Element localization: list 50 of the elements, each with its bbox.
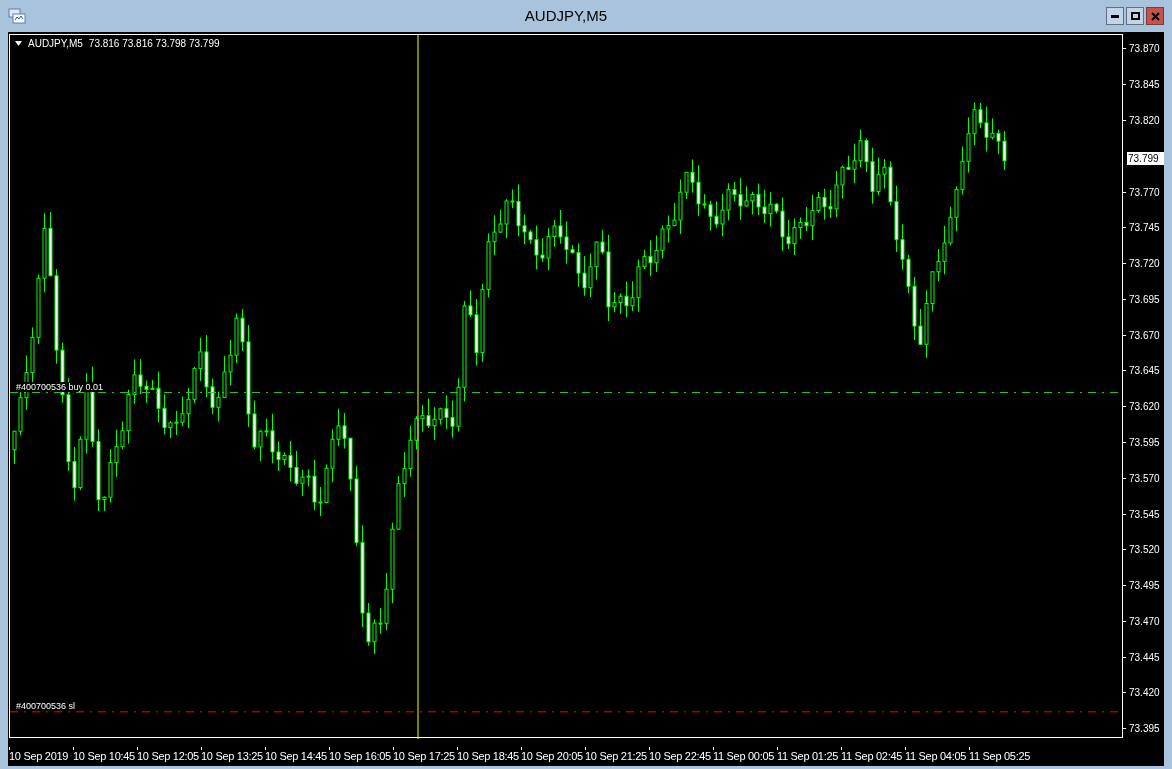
maximize-icon <box>1130 12 1140 20</box>
price-tick-label: 73.545 <box>1129 507 1160 522</box>
price-tick-label: 73.820 <box>1129 113 1160 128</box>
time-tick-label: 10 Sep 20:05 <box>521 749 583 763</box>
maximize-button[interactable] <box>1126 7 1144 25</box>
time-tick-label: 10 Sep 14:45 <box>265 749 327 763</box>
close-icon <box>1150 11 1160 21</box>
price-tick-label: 73.670 <box>1129 328 1160 343</box>
price-tick-label: 73.620 <box>1129 400 1160 415</box>
time-tick-label: 10 Sep 17:25 <box>393 749 455 763</box>
order-label: #400700536 buy 0.01 <box>16 381 104 392</box>
price-tick-label: 73.695 <box>1129 292 1160 307</box>
minimize-icon <box>1111 14 1119 18</box>
current-price-marker: 73.799 <box>1127 152 1164 166</box>
chart-window-icon <box>8 8 26 24</box>
time-tick-label: 11 Sep 05:25 <box>969 749 1031 763</box>
price-tick-label: 73.445 <box>1129 650 1160 665</box>
price-tick-label: 73.745 <box>1129 221 1160 236</box>
time-tick-label: 11 Sep 00:05 <box>713 749 775 763</box>
time-tick-label: 10 Sep 10:45 <box>73 749 135 763</box>
window-title: AUDJPY,M5 <box>524 5 608 26</box>
dropdown-triangle-icon[interactable] <box>15 41 22 46</box>
price-tick-label: 73.395 <box>1129 722 1160 737</box>
time-tick-label: 11 Sep 04:05 <box>905 749 967 763</box>
minimize-button[interactable] <box>1106 7 1124 25</box>
time-tick-label: 10 Sep 2019 <box>9 749 69 763</box>
plot-area[interactable]: AUDJPY,M5 73.816 73.816 73.798 73.799 #400700536 buy 0.01 #400700536 sl <box>9 34 1123 738</box>
time-tick-label: 10 Sep 18:45 <box>457 749 519 763</box>
order-label: #400700536 sl <box>16 700 76 711</box>
time-tick-label: 10 Sep 22:45 <box>649 749 711 763</box>
price-tick-label: 73.470 <box>1129 614 1160 629</box>
price-tick-label: 73.570 <box>1129 471 1160 486</box>
time-tick-label: 10 Sep 16:05 <box>329 749 391 763</box>
price-tick-label: 73.420 <box>1129 686 1160 701</box>
time-tick-label: 10 Sep 12:05 <box>137 749 199 763</box>
price-tick-label: 73.845 <box>1129 78 1160 93</box>
price-tick-label: 73.770 <box>1129 185 1160 200</box>
time-tick-label: 10 Sep 21:25 <box>585 749 647 763</box>
price-tick-label: 73.520 <box>1129 543 1160 558</box>
price-tick-label: 73.495 <box>1129 579 1160 594</box>
price-tick-label: 73.720 <box>1129 257 1160 272</box>
close-button[interactable] <box>1146 7 1164 25</box>
ohlc-values: 73.816 73.816 73.798 73.799 <box>88 37 220 51</box>
symbol-label: AUDJPY,M5 <box>28 37 83 51</box>
price-tick-label: 73.870 <box>1129 42 1160 57</box>
price-tick-label: 73.595 <box>1129 436 1160 450</box>
price-tick-label: 73.645 <box>1129 364 1160 379</box>
time-tick-label: 11 Sep 02:45 <box>841 749 903 763</box>
time-tick-label: 10 Sep 13:25 <box>201 749 263 763</box>
time-tick-label: 11 Sep 01:25 <box>777 749 839 763</box>
